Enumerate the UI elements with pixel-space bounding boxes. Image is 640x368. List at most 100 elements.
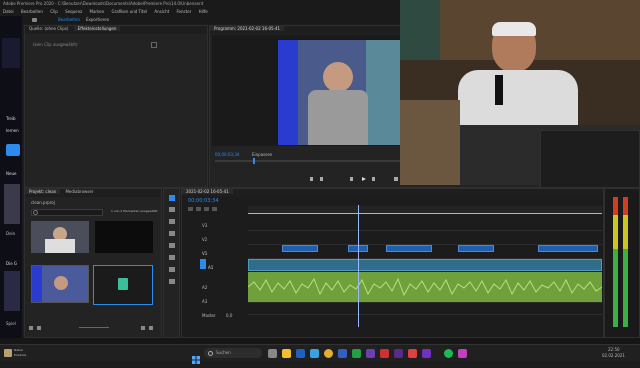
clock-date[interactable]: 02.02.2021 — [602, 353, 625, 358]
spotify-icon[interactable] — [444, 349, 453, 358]
track-v2[interactable]: V2 — [202, 237, 207, 242]
linked-selection-icon[interactable] — [196, 207, 201, 211]
pen-tool-icon[interactable] — [169, 255, 175, 260]
trash-icon[interactable] — [149, 326, 153, 330]
sidebar-text-4: Dein — [6, 231, 16, 236]
mark-in-icon[interactable] — [310, 177, 313, 181]
track-a3[interactable]: A3 — [202, 299, 207, 304]
project-toolbar — [29, 325, 159, 331]
mark-out-icon[interactable] — [320, 177, 323, 181]
workspace-bar: Bearbeiten Exportieren — [22, 16, 400, 24]
steam-icon[interactable] — [310, 349, 319, 358]
tab-sequence[interactable]: 2021-02-02 16-05-41 — [182, 189, 233, 194]
step-back-icon[interactable] — [350, 177, 353, 181]
timeline-tabs: 2021-02-02 16-05-41 — [182, 189, 603, 197]
track-a1[interactable]: A1 — [208, 265, 213, 270]
menu-clip[interactable]: Clip — [50, 9, 58, 14]
project-thumb-2[interactable] — [95, 221, 153, 253]
obs-icon[interactable] — [408, 349, 417, 358]
track-a2[interactable]: A2 — [202, 285, 207, 290]
slip-tool-icon[interactable] — [169, 243, 175, 248]
track-v3[interactable]: V3 — [202, 223, 207, 228]
menu-fenster[interactable]: Fenster — [176, 9, 191, 14]
new-item-icon[interactable] — [141, 326, 145, 330]
app-icon-6[interactable] — [458, 349, 467, 358]
snap-icon[interactable] — [188, 207, 193, 211]
icon-view-icon[interactable] — [37, 326, 41, 330]
sidebar-button[interactable] — [6, 144, 20, 156]
hand-tool-icon[interactable] — [169, 267, 175, 272]
menu-datei[interactable]: Datei — [3, 9, 14, 14]
step-forward-icon[interactable] — [372, 177, 375, 181]
workspace-tab-bearbeiten[interactable]: Bearbeiten — [58, 17, 80, 22]
sidebar-image-2 — [4, 271, 20, 311]
tab-program[interactable]: Programm: 2021-02-02 16-05-41 — [210, 26, 285, 31]
timeline-settings-icon[interactable] — [212, 207, 217, 211]
source-patch-a1[interactable] — [200, 259, 206, 269]
program-timecode[interactable]: 00;00;03;34 — [215, 152, 239, 157]
clip-a1-audio[interactable] — [247, 272, 603, 302]
menu-grafiken[interactable]: Grafiken und Titel — [112, 9, 148, 14]
app-icon-3[interactable] — [366, 349, 375, 358]
type-tool-icon[interactable] — [169, 279, 175, 284]
taskbar-search[interactable]: Suchen — [204, 348, 262, 358]
home-icon[interactable] — [32, 18, 37, 22]
sidebar-text-3: Neue — [6, 171, 17, 176]
project-search-input[interactable] — [31, 209, 103, 216]
menu-hilfe[interactable]: Hilfe — [199, 9, 208, 14]
fit-select[interactable]: Einpassen — [252, 152, 272, 157]
time-ruler[interactable] — [248, 206, 602, 213]
sidebar-thumb — [2, 38, 20, 68]
selection-tool-icon[interactable] — [169, 195, 175, 201]
menu-sequenz[interactable]: Sequenz — [65, 9, 82, 14]
project-tabs: Projekt: clean Mediabrowser — [25, 189, 161, 197]
search-icon — [208, 351, 213, 356]
meter-right-low — [623, 249, 628, 327]
master-volume[interactable]: 0,0 — [226, 313, 232, 318]
track-area[interactable] — [247, 205, 603, 327]
chrome-icon[interactable] — [324, 349, 333, 358]
list-view-icon[interactable] — [29, 326, 33, 330]
clip-v2-4[interactable] — [458, 245, 494, 252]
add-marker-icon[interactable] — [204, 207, 209, 211]
track-divider-1 — [248, 230, 602, 231]
app-icon-5[interactable] — [422, 349, 431, 358]
timeline-timecode[interactable]: 00;00;03;34 — [188, 199, 219, 204]
ripple-edit-icon[interactable] — [169, 219, 175, 224]
app-title: Adobe Premiere Pro 2020 - C:\Benutzer\Do… — [3, 1, 204, 6]
clock-time[interactable]: 22:50 — [608, 347, 620, 352]
tab-effect-settings[interactable]: Effekteinstellungen — [73, 26, 121, 31]
timeline-playhead[interactable] — [358, 205, 359, 327]
track-select-icon[interactable] — [169, 207, 175, 212]
edge-icon[interactable] — [296, 349, 305, 358]
project-thumb-4-selected[interactable] — [93, 265, 153, 305]
task-view-icon[interactable] — [268, 349, 277, 358]
app-icon-1[interactable] — [338, 349, 347, 358]
panel-menu-icon[interactable] — [151, 42, 157, 48]
file-explorer-icon[interactable] — [282, 349, 291, 358]
razor-tool-icon[interactable] — [169, 231, 175, 236]
play-icon[interactable] — [362, 177, 366, 181]
windows-start-icon[interactable] — [192, 349, 200, 364]
workspace-tab-exportieren[interactable]: Exportieren — [86, 17, 109, 22]
app-icon-2[interactable] — [352, 349, 361, 358]
menu-ansicht[interactable]: Ansicht — [154, 9, 169, 14]
menu-bearbeiten[interactable]: Bearbeiten — [21, 9, 43, 14]
track-v1[interactable]: V1 — [202, 251, 207, 256]
premiere-icon[interactable] — [394, 349, 403, 358]
clip-v1-main[interactable] — [248, 259, 602, 271]
tab-mediabrowser[interactable]: Mediabrowser — [61, 189, 97, 194]
clip-v2-3[interactable] — [386, 245, 432, 252]
zoom-slider[interactable] — [79, 327, 109, 328]
tab-source[interactable]: Quelle: (ohne Clips) — [25, 26, 72, 31]
clip-v2-1[interactable] — [282, 245, 318, 252]
clip-v2-5[interactable] — [538, 245, 598, 252]
program-playhead[interactable] — [253, 158, 255, 164]
project-thumb-3[interactable] — [31, 265, 89, 303]
weather-icon[interactable] — [4, 349, 12, 357]
tab-project[interactable]: Projekt: clean — [25, 189, 61, 194]
lift-icon[interactable] — [394, 177, 398, 181]
project-thumb-1[interactable] — [31, 221, 89, 253]
menu-marken[interactable]: Marken — [90, 9, 105, 14]
app-icon-4[interactable] — [380, 349, 389, 358]
